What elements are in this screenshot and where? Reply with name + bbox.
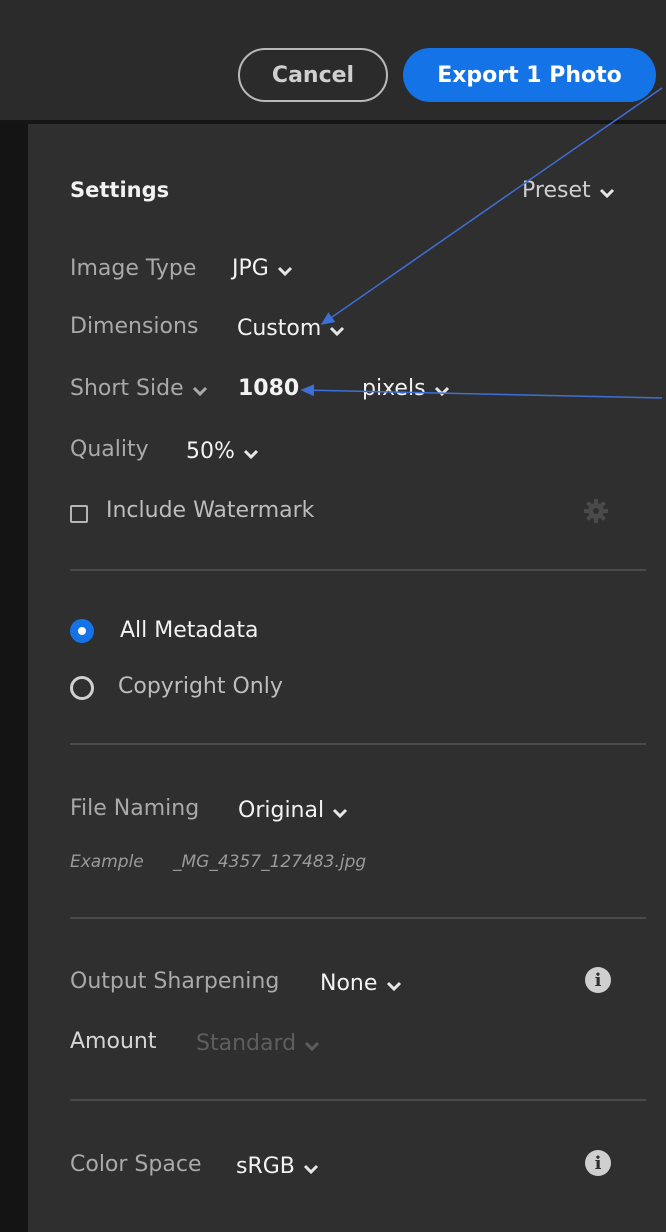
amount-value: Standard [196,1031,297,1056]
short-side-dropdown[interactable]: Short Side [70,376,211,402]
watermark-checkbox[interactable] [70,505,88,523]
color-space-dropdown[interactable]: sRGB [236,1154,322,1180]
preset-label: Preset [522,178,591,203]
chevron-down-icon [240,443,262,465]
chevron-down-icon [431,380,453,402]
divider [70,1099,646,1101]
output-sharpening-value: None [320,971,378,996]
file-naming-label: File Naming [70,796,200,821]
image-type-label: Image Type [70,256,197,281]
example-label: Example [70,852,144,872]
preset-dropdown[interactable]: Preset [522,178,618,204]
dimensions-label: Dimensions [70,314,199,339]
short-side-label: Short Side [70,376,184,401]
export-settings-panel: Settings Preset Image Type JPG Dimension… [28,124,666,1232]
chevron-down-icon [596,182,618,204]
chevron-down-icon [189,380,211,402]
unit-dropdown[interactable]: pixels [362,376,453,402]
quality-value: 50% [186,439,235,464]
divider [70,917,646,919]
export-button[interactable]: Export 1 Photo [403,48,656,102]
output-sharpening-label: Output Sharpening [70,969,280,994]
dialog-header: Cancel Export 1 Photo [0,0,666,124]
short-side-input[interactable]: 1080 [238,376,299,401]
unit-value: pixels [362,376,426,401]
example-filename: _MG_4357_127483.jpg [173,852,367,872]
all-metadata-label: All Metadata [120,618,259,643]
dimensions-value: Custom [237,316,322,341]
watermark-label: Include Watermark [106,498,315,523]
copyright-only-radio[interactable] [70,676,94,700]
image-type-value: JPG [232,256,269,281]
all-metadata-radio[interactable] [70,619,94,643]
file-naming-dropdown[interactable]: Original [238,798,351,824]
gear-icon[interactable] [582,497,610,529]
chevron-down-icon [326,320,348,342]
settings-heading: Settings [70,178,170,202]
info-icon[interactable]: i [585,1150,611,1176]
color-space-label: Color Space [70,1152,202,1177]
color-space-value: sRGB [236,1154,295,1179]
chevron-down-icon [329,802,351,824]
output-sharpening-dropdown[interactable]: None [320,971,405,997]
amount-dropdown[interactable]: Standard [196,1031,323,1057]
chevron-down-icon [300,1158,322,1180]
divider [70,569,646,571]
quality-dropdown[interactable]: 50% [186,439,262,465]
left-edge-strip [0,124,28,1232]
info-icon[interactable]: i [585,967,611,993]
chevron-down-icon [301,1035,323,1057]
dimensions-dropdown[interactable]: Custom [237,316,348,342]
chevron-down-icon [274,260,296,282]
quality-label: Quality [70,437,149,462]
chevron-down-icon [383,975,405,997]
cancel-button[interactable]: Cancel [238,48,388,102]
divider [70,743,646,745]
file-naming-value: Original [238,798,325,823]
image-type-dropdown[interactable]: JPG [232,256,296,282]
copyright-only-label: Copyright Only [118,674,283,699]
amount-label: Amount [70,1029,157,1054]
